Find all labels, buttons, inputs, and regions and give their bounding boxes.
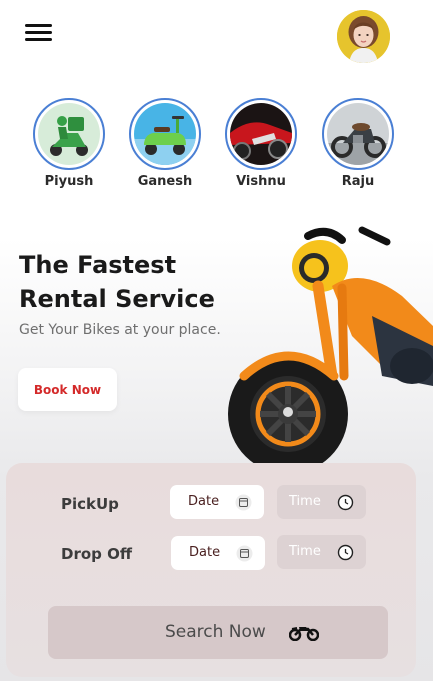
motorcycle-icon bbox=[289, 627, 319, 641]
pickup-label: PickUp bbox=[61, 495, 119, 513]
motorcycle-hero-image bbox=[228, 226, 433, 466]
red-sportbike-icon bbox=[230, 103, 292, 165]
story-ring bbox=[33, 98, 105, 170]
dropoff-label: Drop Off bbox=[61, 545, 133, 563]
rider-name: Piyush bbox=[44, 174, 94, 189]
user-avatar-icon bbox=[337, 10, 390, 63]
story-ring bbox=[129, 98, 201, 170]
calendar-icon bbox=[235, 494, 252, 511]
rider-name: Raju bbox=[341, 174, 375, 189]
search-button-label: Search Now bbox=[165, 622, 266, 642]
hero-subtitle: Get Your Bikes at your place. bbox=[19, 322, 221, 338]
pickup-date-field[interactable]: Date bbox=[170, 485, 264, 519]
pickup-time-field[interactable]: Time bbox=[277, 485, 366, 519]
date-field-label: Date bbox=[189, 545, 221, 560]
dropoff-time-field[interactable]: Time bbox=[277, 535, 366, 569]
rider-name: Vishnu bbox=[236, 174, 286, 189]
green-scooter-icon bbox=[134, 103, 196, 165]
time-field-label: Time bbox=[289, 494, 321, 509]
calendar-icon bbox=[236, 545, 253, 562]
rider-story-vishnu[interactable]: Vishnu bbox=[221, 98, 301, 189]
hero-title: The Fastest Rental Service bbox=[19, 251, 215, 313]
menu-line bbox=[25, 24, 52, 27]
time-field-label: Time bbox=[289, 544, 321, 559]
rider-name: Ganesh bbox=[137, 174, 193, 189]
clock-icon bbox=[337, 544, 354, 561]
menu-line bbox=[25, 31, 52, 34]
avatar[interactable] bbox=[337, 10, 390, 63]
rider-story-piyush[interactable]: Piyush bbox=[29, 98, 109, 189]
book-now-button[interactable]: Book Now bbox=[18, 368, 117, 411]
dropoff-date-field[interactable]: Date bbox=[171, 536, 265, 570]
date-field-label: Date bbox=[188, 494, 220, 509]
search-now-button[interactable]: Search Now bbox=[48, 606, 388, 659]
menu-line bbox=[25, 38, 52, 41]
classic-motorcycle-icon bbox=[327, 103, 389, 165]
rider-stories: Piyush Ganesh Vishnu Raju bbox=[0, 98, 433, 198]
story-ring bbox=[322, 98, 394, 170]
rider-story-ganesh[interactable]: Ganesh bbox=[125, 98, 205, 189]
story-ring bbox=[225, 98, 297, 170]
rider-story-raju[interactable]: Raju bbox=[318, 98, 398, 189]
clock-icon bbox=[337, 494, 354, 511]
menu-icon[interactable] bbox=[25, 22, 53, 44]
scooter-rider-icon bbox=[38, 103, 100, 165]
